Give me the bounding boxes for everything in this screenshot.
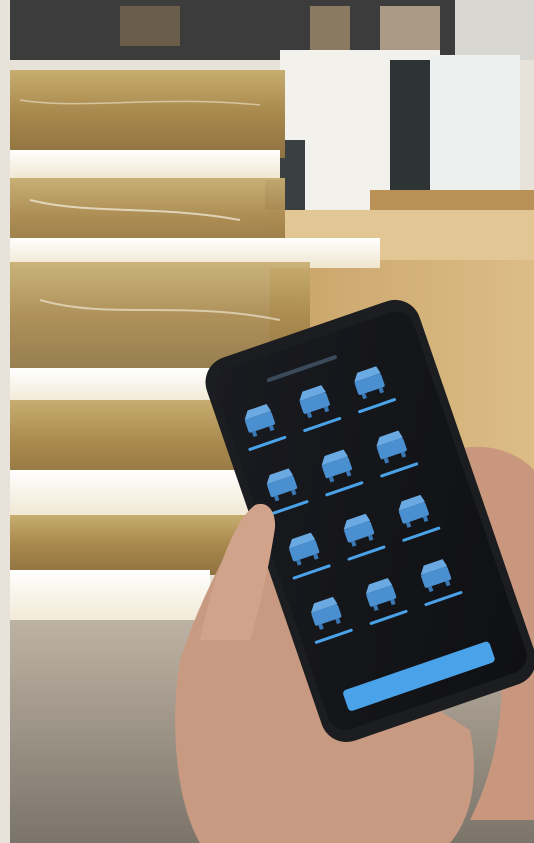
photo-scene <box>0 0 534 843</box>
